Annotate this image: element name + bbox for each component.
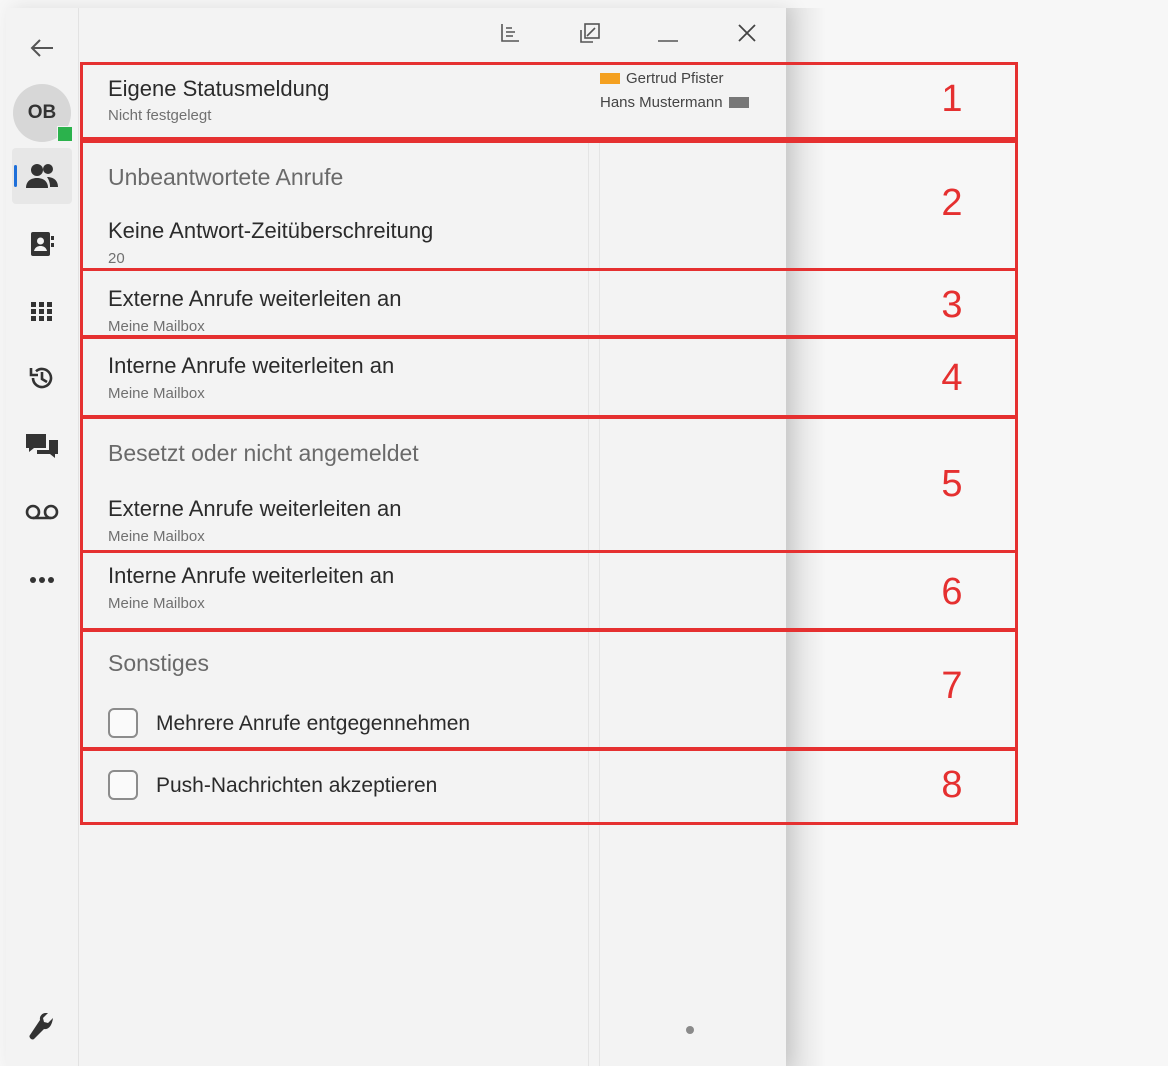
restore-window-icon[interactable] — [573, 18, 607, 48]
annotation-box-4 — [80, 336, 1018, 418]
presence-indicator — [57, 126, 73, 142]
annotation-number-6: 6 — [941, 571, 963, 613]
voicemail-icon[interactable] — [12, 484, 72, 540]
wrench-icon[interactable] — [12, 1000, 72, 1056]
annotation-box-1 — [80, 62, 1018, 140]
minimize-icon[interactable] — [651, 18, 685, 48]
contacts-icon[interactable] — [12, 148, 72, 204]
dialpad-icon[interactable] — [12, 284, 72, 340]
page-indicator-dot — [686, 1026, 694, 1034]
annotation-number-7: 7 — [941, 665, 963, 707]
annotation-number-4: 4 — [941, 357, 963, 399]
annotation-box-2 — [80, 140, 1018, 271]
close-icon[interactable] — [730, 18, 764, 48]
active-indicator — [14, 165, 17, 187]
annotation-box-6 — [80, 550, 1018, 632]
annotation-number-8: 8 — [941, 764, 963, 806]
history-icon[interactable] — [12, 350, 72, 406]
chart-icon[interactable] — [493, 18, 527, 48]
annotation-box-8 — [80, 748, 1018, 825]
avatar[interactable]: OB — [13, 84, 73, 142]
annotation-box-3 — [80, 268, 1018, 338]
annotation-number-3: 3 — [941, 284, 963, 326]
chat-icon[interactable] — [12, 418, 72, 474]
addressbook-icon[interactable] — [12, 216, 72, 272]
annotation-number-1: 1 — [941, 78, 963, 120]
annotation-box-7 — [80, 628, 1018, 750]
annotation-box-5 — [80, 416, 1018, 553]
sidebar: OB — [6, 8, 79, 1066]
back-arrow-icon[interactable] — [12, 20, 72, 76]
annotation-number-2: 2 — [941, 182, 963, 224]
annotation-number-5: 5 — [941, 463, 963, 505]
more-icon[interactable] — [12, 552, 72, 608]
avatar-initials: OB — [27, 102, 57, 123]
